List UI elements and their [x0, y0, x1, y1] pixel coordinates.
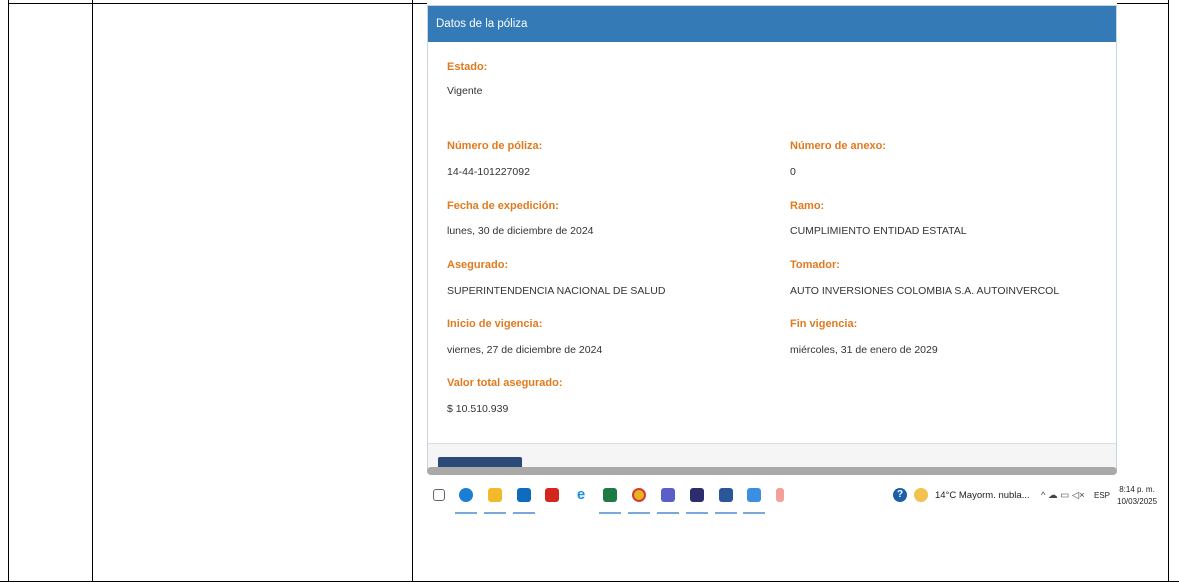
language-indicator[interactable]: ESP [1094, 491, 1110, 500]
clock-time: 8:14 p. m. [1119, 485, 1155, 494]
clock-date: 10/03/2025 [1117, 497, 1158, 506]
fin-vigencia-value: miércoles, 31 de enero de 2029 [790, 344, 938, 356]
explorer-active-indicator [484, 512, 506, 514]
panel-footer [428, 443, 1116, 469]
estado-label: Estado: [447, 61, 488, 73]
tomador-label: Tomador: [790, 259, 840, 271]
table-border-left [8, 0, 9, 582]
numero-anexo-value: 0 [790, 166, 796, 178]
panel-title: Datos de la póliza [428, 6, 1116, 42]
valor-total-value: $ 10.510.939 [447, 403, 509, 415]
table-border-top-right [1117, 3, 1169, 4]
edge-active-indicator [455, 512, 477, 514]
horizontal-scrollbar[interactable] [427, 467, 1117, 475]
word-active-indicator [715, 512, 737, 514]
table-border-col2 [412, 0, 413, 582]
task-view-icon[interactable] [433, 489, 445, 501]
numero-poliza-label: Número de póliza: [447, 140, 543, 152]
inicio-vigencia-label: Inicio de vigencia: [447, 318, 543, 330]
edge-icon[interactable] [459, 488, 473, 502]
file-explorer-icon[interactable] [488, 488, 502, 502]
weather-text[interactable]: 14°C Mayorm. nubla... [935, 490, 1030, 501]
inicio-vigencia-value: viernes, 27 de diciembre de 2024 [447, 344, 603, 356]
numero-poliza-value: 14-44-101227092 [447, 166, 530, 178]
internet-explorer-icon[interactable]: e [574, 487, 588, 502]
fecha-expedicion-label: Fecha de expedición: [447, 200, 559, 212]
weather-icon[interactable] [914, 488, 928, 502]
ramo-label: Ramo: [790, 200, 825, 212]
photos-icon[interactable] [747, 488, 761, 502]
table-border-top-left [8, 3, 427, 4]
app-active-indicator [686, 512, 708, 514]
asegurado-value: SUPERINTENDENCIA NACIONAL DE SALUD [447, 285, 666, 297]
numero-anexo-label: Número de anexo: [790, 140, 886, 152]
photos-active-indicator [743, 512, 765, 514]
tomador-value: AUTO INVERSIONES COLOMBIA S.A. AUTOINVER… [790, 285, 1060, 297]
word-icon[interactable] [719, 488, 733, 502]
outlook-active-indicator [513, 512, 535, 514]
estado-value: Vigente [447, 85, 483, 97]
excel-icon[interactable] [603, 488, 617, 502]
outlook-icon[interactable] [517, 488, 531, 502]
system-tray-icons[interactable]: ^ ☁ ▭ ◁× [1041, 490, 1085, 501]
fecha-expedicion-value: lunes, 30 de diciembre de 2024 [447, 225, 594, 237]
ramo-value: CUMPLIMIENTO ENTIDAD ESTATAL [790, 225, 967, 237]
chrome-icon[interactable] [632, 488, 646, 502]
teams-icon[interactable] [661, 488, 675, 502]
app-icon[interactable] [690, 488, 704, 502]
acrobat-icon[interactable] [545, 488, 559, 502]
table-border-right [1168, 0, 1169, 582]
table-border-col1 [92, 0, 93, 582]
valor-total-label: Valor total asegurado: [447, 377, 563, 389]
asegurado-label: Asegurado: [447, 259, 509, 271]
help-icon[interactable]: ? [893, 488, 907, 502]
windows-taskbar: e ? 14°C Mayorm. nubla... ^ ☁ ▭ ◁× ESP 8… [427, 478, 1161, 516]
policy-data-panel: Datos de la póliza Estado: Vigente Númer… [427, 5, 1117, 470]
taskbar-clock[interactable]: 8:14 p. m. 10/03/2025 [1117, 484, 1157, 508]
teams-active-indicator [657, 512, 679, 514]
fin-vigencia-label: Fin vigencia: [790, 318, 858, 330]
excel-active-indicator [599, 512, 621, 514]
pinned-app-icon[interactable] [776, 488, 784, 502]
chrome-active-indicator [628, 512, 650, 514]
